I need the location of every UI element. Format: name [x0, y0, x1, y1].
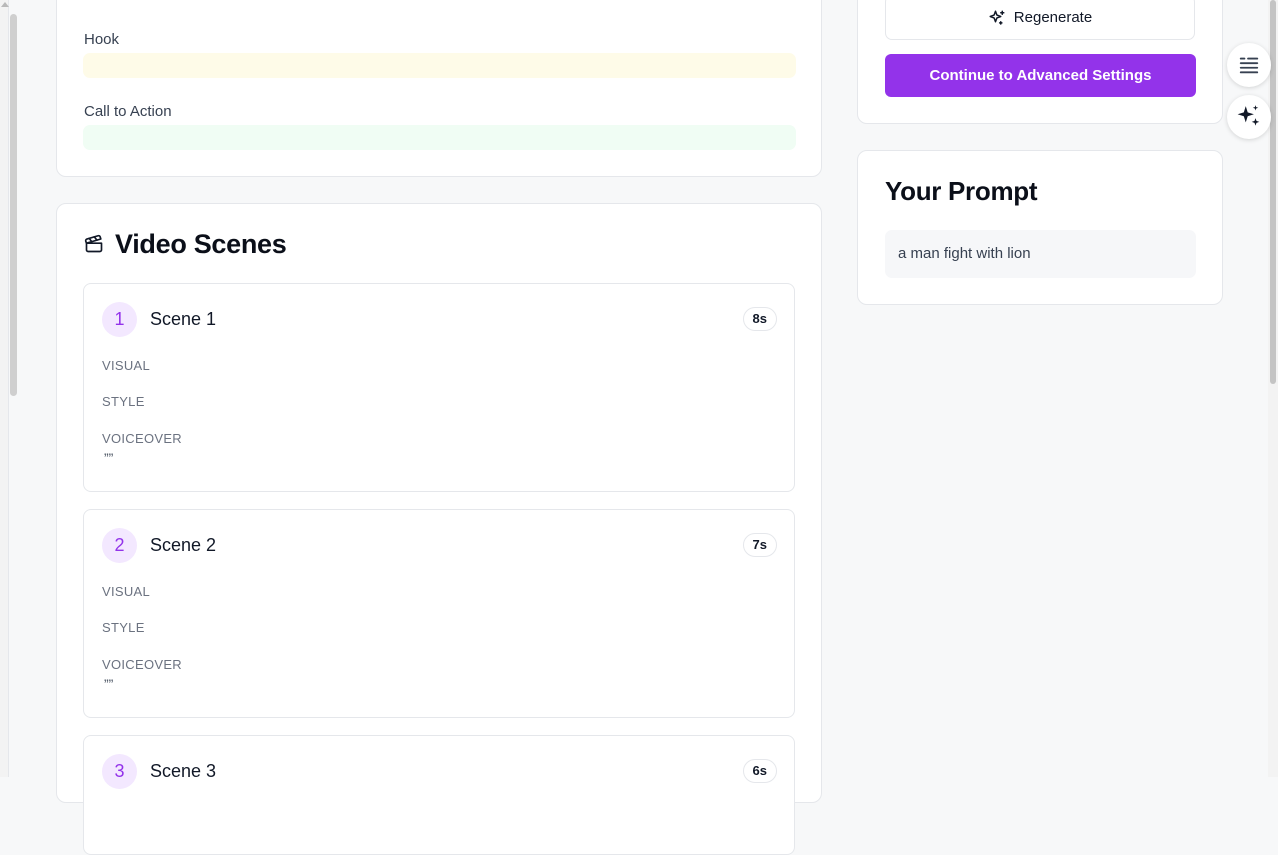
your-prompt-card: Your Prompt a man fight with lion: [857, 150, 1223, 305]
right-scrollbar-thumb[interactable]: [1270, 0, 1276, 384]
style-label: STYLE: [102, 394, 145, 409]
visual-label: VISUAL: [102, 358, 151, 373]
scene-title: Scene 2: [150, 535, 217, 555]
left-scrollbar-thumb[interactable]: [10, 14, 17, 396]
video-scenes-card: Video Scenes 1 Scene 1 8s VISUAL STYLE V…: [56, 203, 822, 855]
regenerate-button[interactable]: Regenerate: [885, 0, 1195, 40]
sparkle-icon: [1237, 105, 1260, 126]
scene-card-3[interactable]: 3 Scene 3 6s: [83, 735, 795, 855]
continue-advanced-settings-button[interactable]: Continue to Advanced Settings: [885, 54, 1196, 97]
cta-field[interactable]: [83, 125, 796, 150]
scene-duration-badge: 8s: [742, 307, 777, 331]
scroll-up-arrow-icon[interactable]: [1, 2, 9, 7]
ai-assistant-button[interactable]: [1227, 95, 1271, 139]
scene-duration-badge: 7s: [742, 533, 777, 557]
voiceover-text: ””: [104, 676, 114, 692]
clapperboard-icon: [84, 234, 103, 253]
script-card: Hook Call to Action: [56, 0, 822, 177]
actions-card: Regenerate Continue to Advanced Settings: [857, 0, 1223, 124]
voiceover-text: ””: [104, 450, 114, 466]
scene-title: Scene 3: [150, 761, 217, 781]
sparkles-icon: [989, 10, 1005, 25]
prompt-text: a man fight with lion: [885, 230, 1196, 278]
scene-card-1[interactable]: 1 Scene 1 8s VISUAL STYLE VOICEOVER ””: [83, 283, 795, 492]
regenerate-label: Regenerate: [1013, 9, 1093, 26]
voiceover-label: VOICEOVER: [102, 431, 182, 446]
hook-field[interactable]: [83, 53, 796, 78]
cta-label: Call to Action: [84, 103, 172, 120]
voiceover-label: VOICEOVER: [102, 657, 182, 672]
video-scenes-title: Video Scenes: [115, 229, 287, 259]
scene-number-badge: 1: [102, 302, 137, 337]
scene-duration-badge: 6s: [742, 759, 777, 783]
scene-card-2[interactable]: 2 Scene 2 7s VISUAL STYLE VOICEOVER ””: [83, 509, 795, 718]
chat-list-button[interactable]: [1227, 43, 1271, 87]
left-scrollbar[interactable]: [0, 0, 9, 777]
visual-label: VISUAL: [102, 584, 151, 599]
scene-number-badge: 2: [102, 528, 137, 563]
chat-list-icon: [1239, 57, 1259, 74]
scene-title: Scene 1: [150, 309, 217, 329]
scene-number-badge: 3: [102, 754, 137, 789]
style-label: STYLE: [102, 620, 145, 635]
your-prompt-title: Your Prompt: [885, 176, 1038, 206]
hook-label: Hook: [84, 31, 120, 48]
